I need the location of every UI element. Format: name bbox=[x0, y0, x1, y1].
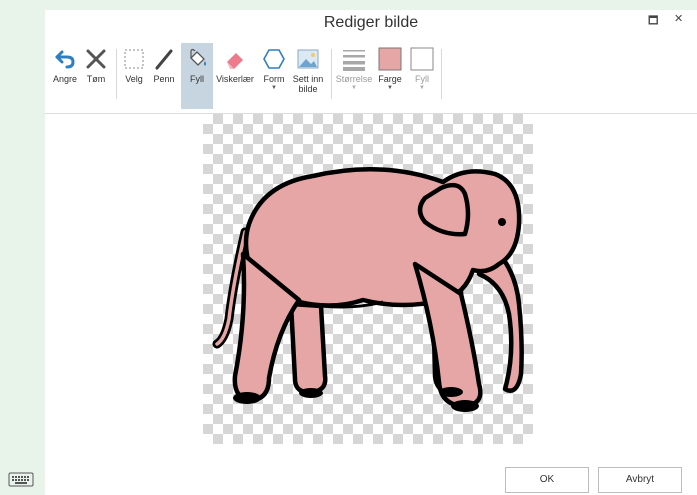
insert-image-label-2: bilde bbox=[298, 84, 318, 94]
size-button[interactable]: Størrelse ▼ bbox=[335, 43, 373, 109]
toolbar: Angre Tøm Velg Penn Fyll Viskerlær Form … bbox=[45, 43, 697, 114]
edit-image-dialog: Rediger bilde 🗖 ✕ Angre Tøm Velg Penn Fy… bbox=[45, 10, 697, 495]
toolbar-separator bbox=[441, 49, 442, 99]
hexagon-icon bbox=[263, 49, 285, 69]
pen-tool-button[interactable]: Penn bbox=[151, 43, 177, 109]
color-dropdown-caret: ▼ bbox=[387, 85, 393, 91]
size-label: Størrelse bbox=[335, 74, 373, 84]
undo-label: Angre bbox=[52, 74, 78, 84]
clear-button[interactable]: Tøm bbox=[83, 43, 109, 109]
picture-icon bbox=[297, 49, 319, 69]
clear-icon bbox=[86, 49, 106, 69]
undo-icon bbox=[55, 50, 75, 69]
paint-bucket-icon bbox=[190, 48, 206, 66]
fill-swatch-icon bbox=[410, 47, 434, 71]
toolbar-separator bbox=[331, 49, 332, 99]
fill-option-label: Fyll bbox=[415, 74, 429, 84]
drawing-canvas[interactable] bbox=[203, 114, 533, 444]
insert-image-label-1: Sett inn bbox=[292, 74, 324, 84]
fill-option-dropdown-caret: ▼ bbox=[419, 85, 425, 91]
cancel-button[interactable]: Avbryt bbox=[598, 467, 682, 493]
toolbar-separator bbox=[116, 49, 117, 99]
dialog-title: Rediger bilde bbox=[323, 14, 419, 31]
fill-tool-button[interactable]: Fyll bbox=[181, 43, 213, 109]
size-dropdown-caret: ▼ bbox=[351, 85, 357, 91]
select-label: Velg bbox=[125, 74, 143, 84]
line-width-icon bbox=[343, 50, 365, 71]
maximize-icon[interactable]: 🗖 bbox=[648, 12, 658, 31]
close-icon[interactable]: ✕ bbox=[674, 12, 683, 25]
fill-option-button[interactable]: Fyll ▼ bbox=[407, 43, 437, 109]
select-tool-button[interactable]: Velg bbox=[121, 43, 147, 109]
fill-label: Fyll bbox=[190, 74, 204, 84]
keyboard-icon[interactable] bbox=[8, 470, 34, 493]
eraser-icon bbox=[227, 53, 243, 69]
selection-rectangle-icon bbox=[124, 49, 144, 69]
clear-label: Tøm bbox=[86, 74, 106, 84]
eraser-label: Viskerlær bbox=[216, 74, 254, 84]
pen-label: Penn bbox=[153, 74, 175, 84]
color-label: Farge bbox=[378, 74, 402, 84]
color-button[interactable]: Farge ▼ bbox=[375, 43, 405, 109]
pen-icon bbox=[155, 49, 173, 70]
shape-dropdown-caret: ▼ bbox=[271, 85, 277, 91]
ok-button[interactable]: OK bbox=[505, 467, 589, 493]
insert-image-button[interactable]: Sett inn bilde bbox=[291, 43, 325, 109]
undo-button[interactable]: Angre bbox=[51, 43, 79, 109]
elephant-drawing bbox=[212, 167, 524, 412]
eraser-tool-button[interactable]: Viskerlær bbox=[215, 43, 255, 109]
shape-label: Form bbox=[263, 74, 285, 84]
shape-tool-button[interactable]: Form ▼ bbox=[259, 43, 289, 109]
color-swatch-icon bbox=[378, 47, 402, 71]
